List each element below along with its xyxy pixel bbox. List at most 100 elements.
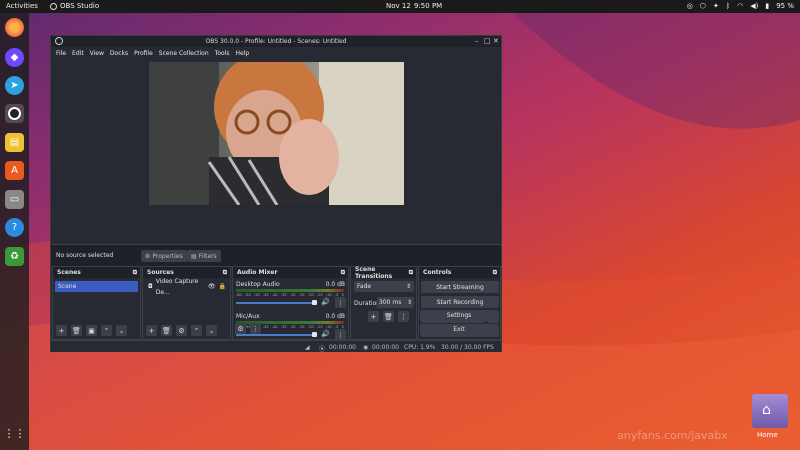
trash-icon[interactable]: ♻ bbox=[5, 247, 24, 266]
scene-item[interactable]: Scene bbox=[55, 281, 138, 292]
system-tray[interactable]: ◎ ⬡ ✦ ᛒ ◠ ◀) ▮ 95 % bbox=[687, 2, 794, 10]
chevron-up-icon[interactable]: ⌃ bbox=[101, 325, 112, 336]
trash-icon[interactable]: 🗑 bbox=[161, 325, 172, 336]
menu-tools[interactable]: Tools bbox=[215, 50, 230, 57]
exit-button[interactable]: Exit bbox=[420, 324, 498, 335]
notes-icon[interactable]: ▤ bbox=[5, 133, 24, 152]
more-options-icon[interactable]: ⋮ bbox=[335, 297, 346, 308]
files-icon[interactable]: ▭ bbox=[5, 190, 24, 209]
maximize-icon[interactable]: □ bbox=[484, 37, 491, 45]
gear-icon[interactable]: ⚙ bbox=[176, 325, 187, 336]
app-menu[interactable]: OBS Studio bbox=[50, 2, 99, 10]
filters-button[interactable]: ▤ Filters bbox=[187, 250, 221, 262]
transitions-toolbar: + 🗑 ⋮ bbox=[368, 311, 409, 322]
stream-time: 00:00:00 bbox=[329, 344, 356, 351]
properties-button[interactable]: ⚙ Properties bbox=[141, 250, 187, 262]
meter-tick-label: -15 bbox=[316, 293, 323, 297]
meter-tick-label: -15 bbox=[316, 325, 323, 329]
transition-select[interactable]: Fade ⇕ bbox=[354, 281, 414, 292]
chevron-up-icon[interactable]: ⌃ bbox=[191, 325, 202, 336]
undock-icon[interactable]: ⧉ bbox=[493, 269, 497, 277]
start-recording-button[interactable]: Start Recording bbox=[421, 296, 499, 308]
menu-file[interactable]: File bbox=[56, 50, 66, 57]
more-options-icon[interactable]: ⋮ bbox=[250, 323, 261, 334]
source-item[interactable]: ◘ Video Capture De... 👁 🔒 bbox=[145, 278, 228, 296]
more-options-icon[interactable]: ⋮ bbox=[335, 329, 346, 340]
source-item-label: Video Capture De... bbox=[155, 277, 199, 296]
chevron-down-icon[interactable]: ⌄ bbox=[206, 325, 217, 336]
controls-title: Controls bbox=[423, 269, 452, 276]
battery-icon: ▮ bbox=[765, 2, 770, 10]
obs-small-icon bbox=[50, 2, 57, 10]
undock-icon[interactable]: ⧉ bbox=[223, 269, 227, 277]
undock-icon[interactable]: ⧉ bbox=[409, 269, 413, 277]
status-bar: ◢ ⦿ 00:00:00 ◉ 00:00:00 CPU: 1.9% 30.00 … bbox=[51, 340, 501, 353]
sources-panel: Sources ⧉ ◘ Video Capture De... 👁 🔒 + 🗑 … bbox=[142, 266, 231, 340]
desktop-audio-volume-slider[interactable] bbox=[236, 302, 314, 304]
speaker-icon[interactable]: 🔊 bbox=[321, 298, 330, 306]
show-apps-grid-icon[interactable]: ⋮⋮ bbox=[4, 424, 26, 443]
scenes-toolbar: + 🗑 ▣ ⌃ ⌄ bbox=[56, 325, 127, 336]
menu-view[interactable]: View bbox=[90, 50, 104, 57]
firefox-icon[interactable] bbox=[5, 18, 24, 37]
chevron-down-icon[interactable]: ⌄ bbox=[116, 325, 127, 336]
menu-profile[interactable]: Profile bbox=[134, 50, 153, 57]
settings-button[interactable]: Settings bbox=[420, 310, 498, 321]
meter-tick-label: -30 bbox=[289, 325, 296, 329]
volume-icon: ◀) bbox=[750, 2, 759, 10]
mic-aux-slider-handle[interactable] bbox=[312, 332, 317, 337]
filters-label: Filters bbox=[198, 252, 217, 260]
add-icon[interactable]: + bbox=[146, 325, 157, 336]
proton-icon[interactable]: ◆ bbox=[5, 48, 24, 67]
duration-stepper[interactable]: 300 ms ⇕ bbox=[377, 297, 414, 308]
title-bar[interactable]: OBS 30.0.0 - Profile: Untitled - Scenes:… bbox=[51, 36, 501, 47]
dropbox-icon: ⬡ bbox=[699, 2, 707, 10]
clock-time[interactable]: 9:50 PM bbox=[414, 2, 442, 10]
undock-icon[interactable]: ⧉ bbox=[341, 269, 345, 277]
minimize-icon[interactable]: – bbox=[475, 37, 479, 45]
help-icon[interactable]: ? bbox=[5, 218, 24, 237]
home-folder-icon[interactable]: ⌂ bbox=[752, 394, 788, 428]
scene-item-label: Scene bbox=[58, 283, 77, 290]
watermark: anyfans.com/javabx bbox=[617, 429, 728, 442]
meter-tick-label: -40 bbox=[271, 325, 278, 329]
start-streaming-button[interactable]: Start Streaming bbox=[421, 281, 499, 293]
menu-docks[interactable]: Docks bbox=[110, 50, 128, 57]
more-options-icon[interactable]: ⋮ bbox=[398, 311, 409, 322]
menu-edit[interactable]: Edit bbox=[72, 50, 84, 57]
meter-tick-label: -10 bbox=[325, 293, 332, 297]
meter-tick-label: -35 bbox=[280, 293, 287, 297]
add-icon[interactable]: + bbox=[56, 325, 67, 336]
desktop-audio-slider-handle[interactable] bbox=[312, 300, 317, 305]
home-label[interactable]: Home bbox=[757, 431, 778, 439]
filter-icon[interactable]: ▣ bbox=[86, 325, 97, 336]
menu-help[interactable]: Help bbox=[235, 50, 249, 57]
menu-scene-collection[interactable]: Scene Collection bbox=[159, 50, 209, 57]
meter-tick-label: -40 bbox=[271, 293, 278, 297]
camera-icon: ◘ bbox=[148, 283, 153, 290]
activities-button[interactable]: Activities bbox=[6, 2, 38, 10]
telegram-icon[interactable]: ➤ bbox=[5, 76, 24, 95]
meter-tick-label: -25 bbox=[298, 325, 305, 329]
scenes-title: Scenes bbox=[57, 269, 81, 276]
add-icon[interactable]: + bbox=[368, 311, 379, 322]
mic-aux-volume-slider[interactable] bbox=[236, 334, 314, 336]
trash-icon[interactable]: 🗑 bbox=[383, 311, 394, 322]
record-status-icon: ◉ bbox=[363, 344, 369, 351]
app-center-icon[interactable]: A bbox=[5, 161, 24, 180]
trash-icon[interactable]: 🗑 bbox=[71, 325, 82, 336]
clock-date[interactable]: Nov 12 bbox=[386, 2, 411, 10]
lock-icon[interactable]: 🔒 bbox=[219, 281, 226, 292]
speaker-icon[interactable]: 🔊 bbox=[321, 330, 330, 338]
obs-icon[interactable] bbox=[5, 104, 24, 123]
transition-value: Fade bbox=[357, 283, 372, 290]
meter-tick-label: -20 bbox=[307, 293, 314, 297]
video-preview[interactable] bbox=[149, 62, 404, 205]
menu-bar: File Edit View Docks Profile Scene Colle… bbox=[51, 47, 501, 59]
meter-tick-label: -20 bbox=[307, 325, 314, 329]
close-icon[interactable]: ✕ bbox=[493, 37, 499, 45]
undock-icon[interactable]: ⧉ bbox=[133, 269, 137, 277]
gear-icon[interactable]: ⚙ bbox=[235, 323, 246, 334]
fps-readout: 30.00 / 30.00 FPS bbox=[441, 344, 494, 351]
eye-icon[interactable]: 👁 bbox=[208, 281, 216, 292]
